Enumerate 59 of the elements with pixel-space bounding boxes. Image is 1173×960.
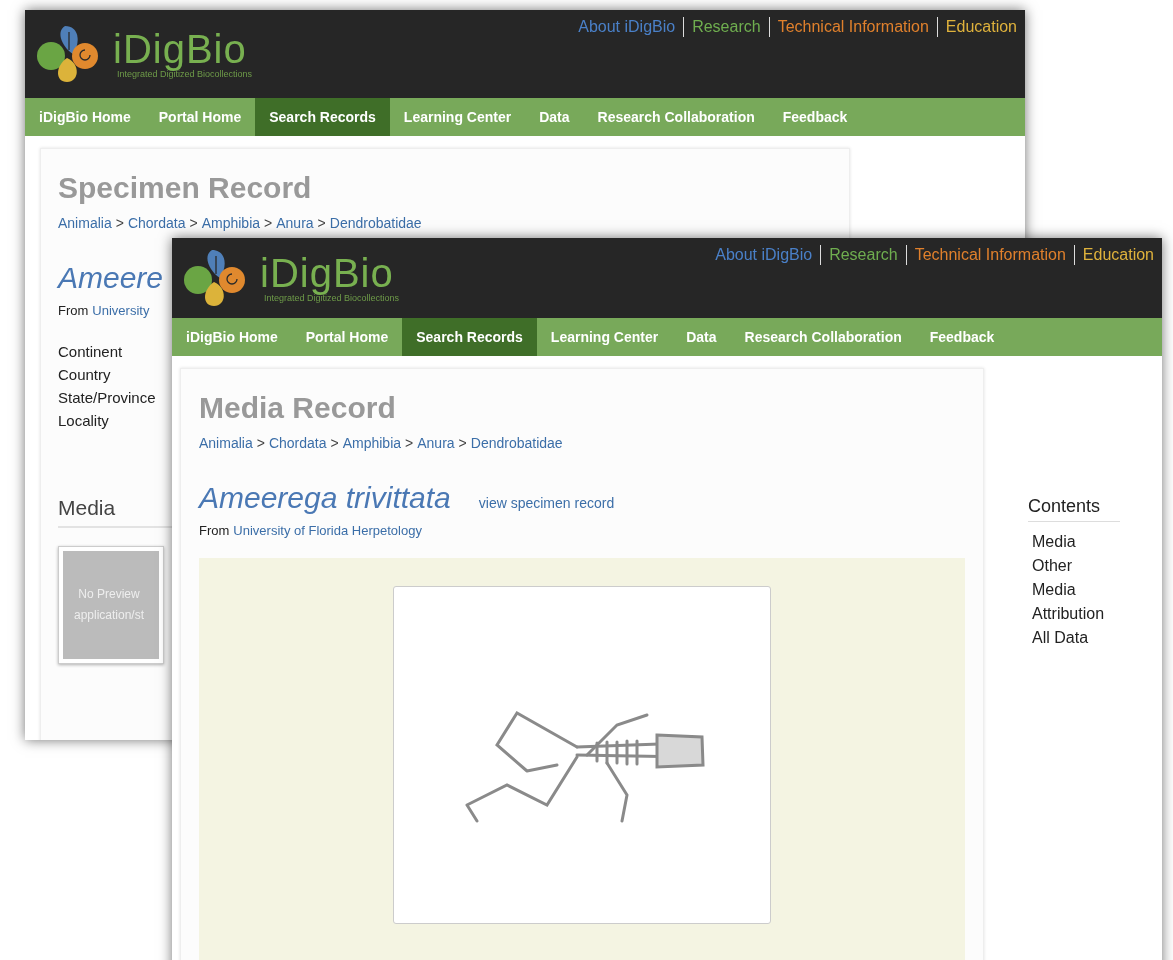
breadcrumb-separator: >: [264, 215, 273, 231]
breadcrumb-link[interactable]: Amphibia: [201, 215, 261, 231]
contents-link[interactable]: All Data: [1028, 626, 1120, 650]
breadcrumb-separator: >: [189, 215, 198, 231]
breadcrumb-separator: >: [405, 435, 414, 451]
nav-tab[interactable]: Feedback: [768, 98, 862, 136]
nav-tab[interactable]: Search Records: [255, 98, 390, 136]
source-prefix: From: [58, 303, 89, 318]
header-link[interactable]: Education: [1074, 245, 1162, 265]
field-label: Country: [58, 365, 111, 385]
breadcrumb-separator: >: [256, 435, 265, 451]
header-link[interactable]: Technical Information: [769, 17, 938, 37]
nav-tab[interactable]: Portal Home: [291, 318, 403, 356]
logo-tagline: Integrated Digitized Biocollections: [264, 293, 400, 303]
nav-tab[interactable]: Research Collaboration: [730, 318, 916, 356]
header-link[interactable]: Education: [937, 17, 1025, 37]
nav-tab[interactable]: Search Records: [402, 318, 537, 356]
contents-heading: Contents: [1028, 496, 1120, 522]
page-title: Specimen Record: [58, 171, 313, 205]
breadcrumb-separator: >: [330, 435, 339, 451]
logo-wordmark[interactable]: iDigBio: [113, 29, 253, 69]
nav-tab[interactable]: Data: [672, 318, 731, 356]
breadcrumb-link[interactable]: Anura: [417, 435, 455, 451]
header-link[interactable]: About iDigBio: [570, 17, 685, 37]
breadcrumb-link[interactable]: Dendrobatidae: [470, 435, 563, 451]
breadcrumb-link[interactable]: Animalia: [199, 435, 253, 451]
breadcrumb-separator: >: [115, 215, 124, 231]
header-link[interactable]: Research: [684, 17, 770, 37]
header-link[interactable]: About iDigBio: [707, 245, 822, 265]
header-link[interactable]: Research: [821, 245, 907, 265]
breadcrumb-separator: >: [458, 435, 467, 451]
breadcrumb-link[interactable]: Chordata: [127, 215, 186, 231]
nav-tab[interactable]: iDigBio Home: [25, 98, 145, 136]
field-label: Locality: [58, 411, 109, 431]
species-name: Ameere: [58, 261, 164, 295]
contents-link[interactable]: Media: [1028, 530, 1120, 554]
breadcrumb-link[interactable]: Anura: [276, 215, 314, 231]
breadcrumb-link[interactable]: Animalia: [58, 215, 112, 231]
nav-tab[interactable]: Portal Home: [144, 98, 256, 136]
breadcrumb-link[interactable]: Chordata: [268, 435, 327, 451]
nav-tab[interactable]: Research Collaboration: [583, 98, 769, 136]
logo-wordmark[interactable]: iDigBio: [260, 253, 400, 293]
breadcrumb-link[interactable]: Dendrobatidae: [329, 215, 422, 231]
nav-tab[interactable]: Feedback: [915, 318, 1009, 356]
specimen-record-link[interactable]: view specimen record: [478, 495, 615, 511]
nav-tab[interactable]: Learning Center: [389, 98, 526, 136]
nav-tab[interactable]: iDigBio Home: [172, 318, 292, 356]
page-title: Media Record: [199, 391, 397, 425]
nav-tab[interactable]: Data: [525, 98, 584, 136]
contents-link[interactable]: Attribution: [1028, 602, 1120, 626]
breadcrumb-link[interactable]: Amphibia: [342, 435, 402, 451]
field-label: State/Province: [58, 388, 156, 408]
contents-link[interactable]: Other Media: [1028, 554, 1120, 602]
field-label: Continent: [58, 342, 123, 362]
source-link[interactable]: University: [92, 303, 150, 318]
nav-tab[interactable]: Learning Center: [536, 318, 673, 356]
breadcrumb-separator: >: [317, 215, 326, 231]
logo-tagline: Integrated Digitized Biocollections: [117, 69, 253, 79]
header-link[interactable]: Technical Information: [906, 245, 1075, 265]
